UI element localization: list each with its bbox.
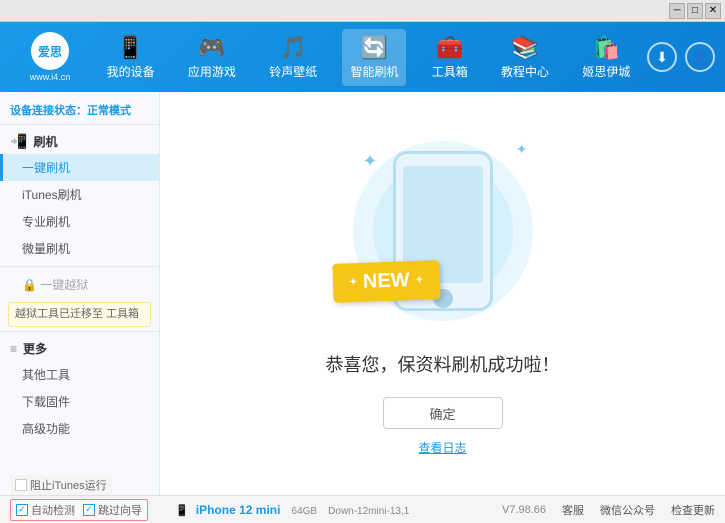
maximize-button[interactable]: □ (687, 3, 703, 19)
view-log-link[interactable]: 查看日志 (418, 439, 466, 456)
itunes-flash-label: iTunes刷机 (22, 188, 82, 202)
auto-detect-label: 自动检测 (31, 502, 75, 518)
advanced-label: 高级功能 (22, 422, 70, 436)
logo-icon: 爱思 (31, 32, 69, 70)
nav-toolbox-label: 工具箱 (432, 63, 468, 80)
confirm-button[interactable]: 确定 (383, 397, 503, 429)
nav-weibo-shop-label: 姬思伊城 (582, 63, 630, 80)
nav-tutorial[interactable]: 📚 教程中心 (493, 29, 557, 86)
more-section-title: ≡ 更多 (0, 336, 159, 361)
jailbreak-label: 一键越狱 (40, 278, 88, 292)
flash-section-icon: 📲 (10, 133, 27, 150)
nav-ringtone[interactable]: 🎵 铃声壁纸 (261, 29, 325, 86)
nav-weibo-shop[interactable]: 🛍️ 姬思伊城 (574, 29, 638, 86)
bottom-left-section: 自动检测 跳过向导 (10, 499, 170, 521)
more-section-icon: ≡ (10, 342, 17, 356)
toolbox-icon: 🧰 (436, 35, 463, 61)
success-message: 恭喜您，保资料刷机成功啦！ (326, 351, 560, 377)
micro-flash-label: 微量刷机 (22, 242, 70, 256)
stop-itunes-label: 阻止iTunes运行 (30, 477, 107, 493)
stop-itunes-checkbox[interactable] (15, 479, 27, 491)
device-name: iPhone 12 mini (196, 503, 281, 517)
other-tools-label: 其他工具 (22, 368, 70, 382)
nav-toolbox[interactable]: 🧰 工具箱 (424, 29, 476, 86)
nav-apps-games-label: 应用游戏 (188, 63, 236, 80)
main-content: ✦ ✦ NEW 恭喜您，保资料刷机成功啦！ 确定 查看日志 (160, 92, 725, 495)
skip-wizard-checkbox-label[interactable]: 跳过向导 (83, 502, 142, 518)
sidebar-warning-box: 越狱工具已迁移至 工具箱 (8, 302, 151, 327)
one-click-flash-label: 一键刷机 (22, 161, 70, 175)
stop-itunes-area: 阻止iTunes运行 (10, 475, 112, 495)
new-badge: NEW (332, 260, 440, 303)
flash-section-label: 刷机 (33, 133, 57, 150)
title-bar: ─ □ ✕ (0, 0, 725, 22)
warning-text: 越狱工具已迁移至 工具箱 (15, 308, 139, 320)
bottom-right-section: V7.98.66 客服 微信公众号 检查更新 (502, 502, 715, 518)
version-number: V7.98.66 (502, 504, 546, 516)
download-button[interactable]: ⬇ (647, 42, 677, 72)
logo-area: 爱思 www.i4.cn (10, 32, 90, 82)
skip-wizard-checkbox[interactable] (83, 504, 95, 516)
flash-section-title: 📲 刷机 (0, 129, 159, 154)
smart-flash-icon: 🔄 (361, 35, 388, 61)
header: 爱思 www.i4.cn 📱 我的设备 🎮 应用游戏 🎵 铃声壁纸 🔄 智能刷机… (0, 22, 725, 92)
apps-games-icon: 🎮 (198, 35, 225, 61)
more-section-label: 更多 (23, 340, 47, 357)
auto-detect-checkbox-label[interactable]: 自动检测 (16, 502, 75, 518)
weibo-shop-icon: 🛍️ (593, 35, 620, 61)
sidebar-item-micro-flash[interactable]: 微量刷机 (0, 235, 159, 262)
nav-ringtone-label: 铃声壁纸 (269, 63, 317, 80)
device-icon: 📱 (175, 505, 189, 517)
sparkle-left-icon: ✦ (363, 151, 378, 172)
status-value: 正常模式 (87, 105, 131, 117)
new-badge-text: NEW (362, 269, 409, 293)
customer-service-link[interactable]: 客服 (562, 502, 584, 518)
download-firmware-label: 下载固件 (22, 395, 70, 409)
sidebar-item-jailbreak-disabled: 🔒 一键越狱 (0, 271, 159, 298)
lock-icon: 🔒 (22, 278, 37, 292)
sidebar-item-other-tools[interactable]: 其他工具 (0, 361, 159, 388)
nav-smart-flash[interactable]: 🔄 智能刷机 (342, 29, 406, 86)
view-log-label: 查看日志 (418, 441, 466, 455)
nav-my-device[interactable]: 📱 我的设备 (99, 29, 163, 86)
sidebar-item-itunes-flash[interactable]: iTunes刷机 (0, 181, 159, 208)
device-info: 📱 iPhone 12 mini 64GB Down-12mini-13,1 (170, 503, 502, 517)
close-button[interactable]: ✕ (705, 3, 721, 19)
auto-detect-checkbox[interactable] (16, 504, 28, 516)
confirm-button-label: 确定 (429, 404, 455, 423)
ringtone-icon: 🎵 (279, 35, 306, 61)
nav-tutorial-label: 教程中心 (501, 63, 549, 80)
minimize-button[interactable]: ─ (669, 3, 685, 19)
check-update-link[interactable]: 检查更新 (671, 502, 715, 518)
success-illustration: ✦ ✦ NEW (343, 131, 543, 331)
sidebar-divider-1 (0, 266, 159, 267)
device-model: Down-12mini-13,1 (328, 506, 409, 517)
sidebar-item-one-click-flash[interactable]: 一键刷机 (0, 154, 159, 181)
sparkle-right-icon: ✦ (516, 141, 528, 158)
sidebar-item-advanced[interactable]: 高级功能 (0, 415, 159, 442)
sidebar-divider-2 (0, 331, 159, 332)
pro-flash-label: 专业刷机 (22, 215, 70, 229)
status-label: 设备连接状态： (10, 105, 87, 117)
tutorial-icon: 📚 (511, 35, 538, 61)
sidebar-item-pro-flash[interactable]: 专业刷机 (0, 208, 159, 235)
wechat-public-link[interactable]: 微信公众号 (600, 502, 655, 518)
skip-wizard-label: 跳过向导 (98, 502, 142, 518)
nav-items: 📱 我的设备 🎮 应用游戏 🎵 铃声壁纸 🔄 智能刷机 🧰 工具箱 📚 教程中心… (90, 29, 647, 86)
connection-status: 设备连接状态：正常模式 (0, 98, 159, 125)
my-device-icon: 📱 (117, 35, 144, 61)
nav-right-buttons: ⬇ 👤 (647, 42, 715, 72)
bottom-bar: 自动检测 跳过向导 📱 iPhone 12 mini 64GB Down-12m… (0, 495, 725, 523)
nav-my-device-label: 我的设备 (107, 63, 155, 80)
nav-smart-flash-label: 智能刷机 (350, 63, 398, 80)
logo-subtitle: www.i4.cn (30, 72, 71, 82)
nav-apps-games[interactable]: 🎮 应用游戏 (180, 29, 244, 86)
device-storage: 64GB (292, 506, 318, 517)
user-button[interactable]: 👤 (685, 42, 715, 72)
sidebar-item-download-firmware[interactable]: 下载固件 (0, 388, 159, 415)
sidebar: 设备连接状态：正常模式 📲 刷机 一键刷机 iTunes刷机 专业刷机 微量刷机… (0, 92, 160, 495)
